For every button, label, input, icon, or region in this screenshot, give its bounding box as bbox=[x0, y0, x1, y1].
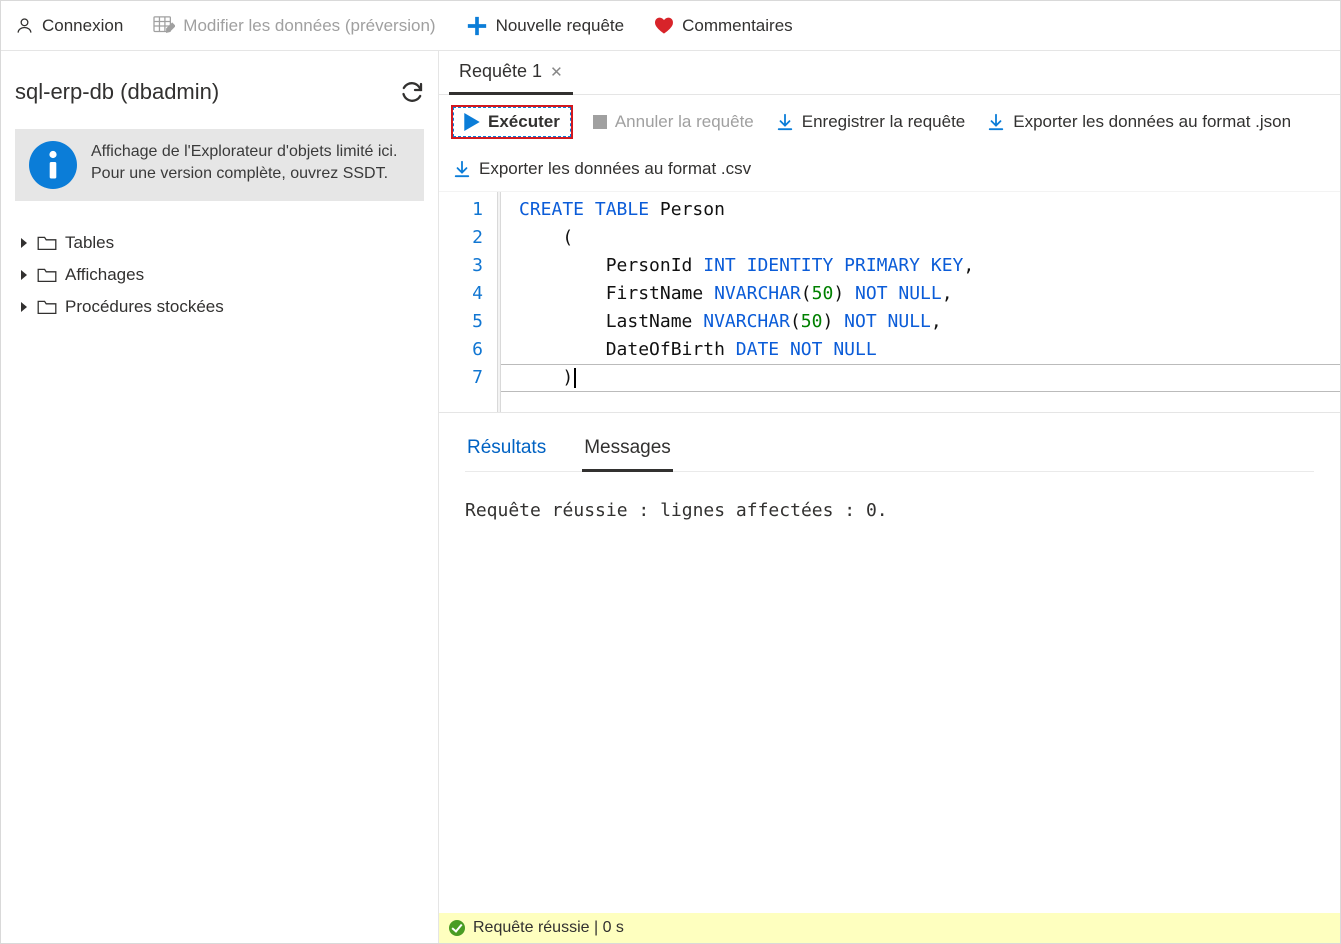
download-icon bbox=[776, 113, 794, 131]
export-csv-label: Exporter les données au format .csv bbox=[479, 159, 751, 179]
plus-icon bbox=[466, 15, 488, 37]
caret-right-icon bbox=[19, 238, 29, 248]
save-query-label: Enregistrer la requête bbox=[802, 112, 965, 132]
success-icon bbox=[449, 920, 465, 936]
sql-code[interactable]: CREATE TABLE Person ( PersonId INT IDENT… bbox=[497, 196, 1340, 392]
folder-icon bbox=[37, 235, 57, 251]
query-tab-label: Requête 1 bbox=[459, 61, 542, 82]
tab-results[interactable]: Résultats bbox=[465, 431, 548, 471]
tree-item-label: Affichages bbox=[65, 265, 144, 285]
new-query-button[interactable]: Nouvelle requête bbox=[466, 15, 625, 37]
login-label: Connexion bbox=[42, 16, 123, 36]
object-tree: Tables Affichages Procédures stockées bbox=[15, 227, 424, 323]
tab-messages[interactable]: Messages bbox=[582, 431, 673, 472]
query-action-bar: Exécuter Annuler la requête Enregistrer … bbox=[439, 95, 1340, 192]
refresh-icon[interactable] bbox=[400, 80, 424, 104]
download-icon bbox=[987, 113, 1005, 131]
export-json-button[interactable]: Exporter les données au format .json bbox=[987, 112, 1291, 132]
edit-data-label: Modifier les données (préversion) bbox=[183, 16, 435, 36]
info-text: Affichage de l'Explorateur d'objets limi… bbox=[91, 141, 410, 186]
grid-edit-icon bbox=[153, 16, 175, 36]
query-tab-row: Requête 1 ✕ bbox=[439, 51, 1340, 95]
tree-item-label: Tables bbox=[65, 233, 114, 253]
feedback-button[interactable]: Commentaires bbox=[654, 16, 793, 36]
run-label: Exécuter bbox=[488, 112, 560, 132]
sql-editor[interactable]: 1 2 3 4 5 6 7 CREATE TABLE Person ( Pers… bbox=[439, 192, 1340, 413]
top-toolbar: Connexion Modifier les données (préversi… bbox=[1, 1, 1340, 51]
object-explorer-sidebar: sql-erp-db (dbadmin) Affichage de l'Expl… bbox=[1, 51, 439, 943]
edit-data-button: Modifier les données (préversion) bbox=[153, 16, 435, 36]
stop-icon bbox=[593, 115, 607, 129]
run-button[interactable]: Exécuter bbox=[453, 107, 571, 137]
tree-item-procs[interactable]: Procédures stockées bbox=[15, 291, 424, 323]
download-icon bbox=[453, 160, 471, 178]
caret-right-icon bbox=[19, 302, 29, 312]
cancel-label: Annuler la requête bbox=[615, 112, 754, 132]
save-query-button[interactable]: Enregistrer la requête bbox=[776, 112, 965, 132]
result-message: Requête réussie : lignes affectées : 0. bbox=[465, 500, 1314, 521]
cancel-button: Annuler la requête bbox=[593, 112, 754, 132]
person-icon bbox=[15, 16, 34, 35]
export-csv-button[interactable]: Exporter les données au format .csv bbox=[453, 159, 751, 179]
status-text: Requête réussie | 0 s bbox=[473, 919, 624, 937]
heart-icon bbox=[654, 16, 674, 36]
tree-item-label: Procédures stockées bbox=[65, 297, 224, 317]
caret-right-icon bbox=[19, 270, 29, 280]
folder-icon bbox=[37, 267, 57, 283]
feedback-label: Commentaires bbox=[682, 16, 793, 36]
tree-item-tables[interactable]: Tables bbox=[15, 227, 424, 259]
editor-gutter: 1 2 3 4 5 6 7 bbox=[439, 192, 497, 412]
login-button[interactable]: Connexion bbox=[15, 16, 123, 36]
status-bar: Requête réussie | 0 s bbox=[439, 913, 1340, 943]
database-title: sql-erp-db (dbadmin) bbox=[15, 79, 219, 105]
close-icon[interactable]: ✕ bbox=[550, 63, 563, 81]
play-icon bbox=[464, 113, 480, 131]
info-banner: Affichage de l'Explorateur d'objets limi… bbox=[15, 129, 424, 201]
folder-icon bbox=[37, 299, 57, 315]
tree-item-views[interactable]: Affichages bbox=[15, 259, 424, 291]
export-json-label: Exporter les données au format .json bbox=[1013, 112, 1291, 132]
new-query-label: Nouvelle requête bbox=[496, 16, 625, 36]
query-tab[interactable]: Requête 1 ✕ bbox=[449, 53, 573, 95]
info-icon bbox=[29, 141, 77, 189]
results-panel: Résultats Messages Requête réussie : lig… bbox=[439, 413, 1340, 913]
